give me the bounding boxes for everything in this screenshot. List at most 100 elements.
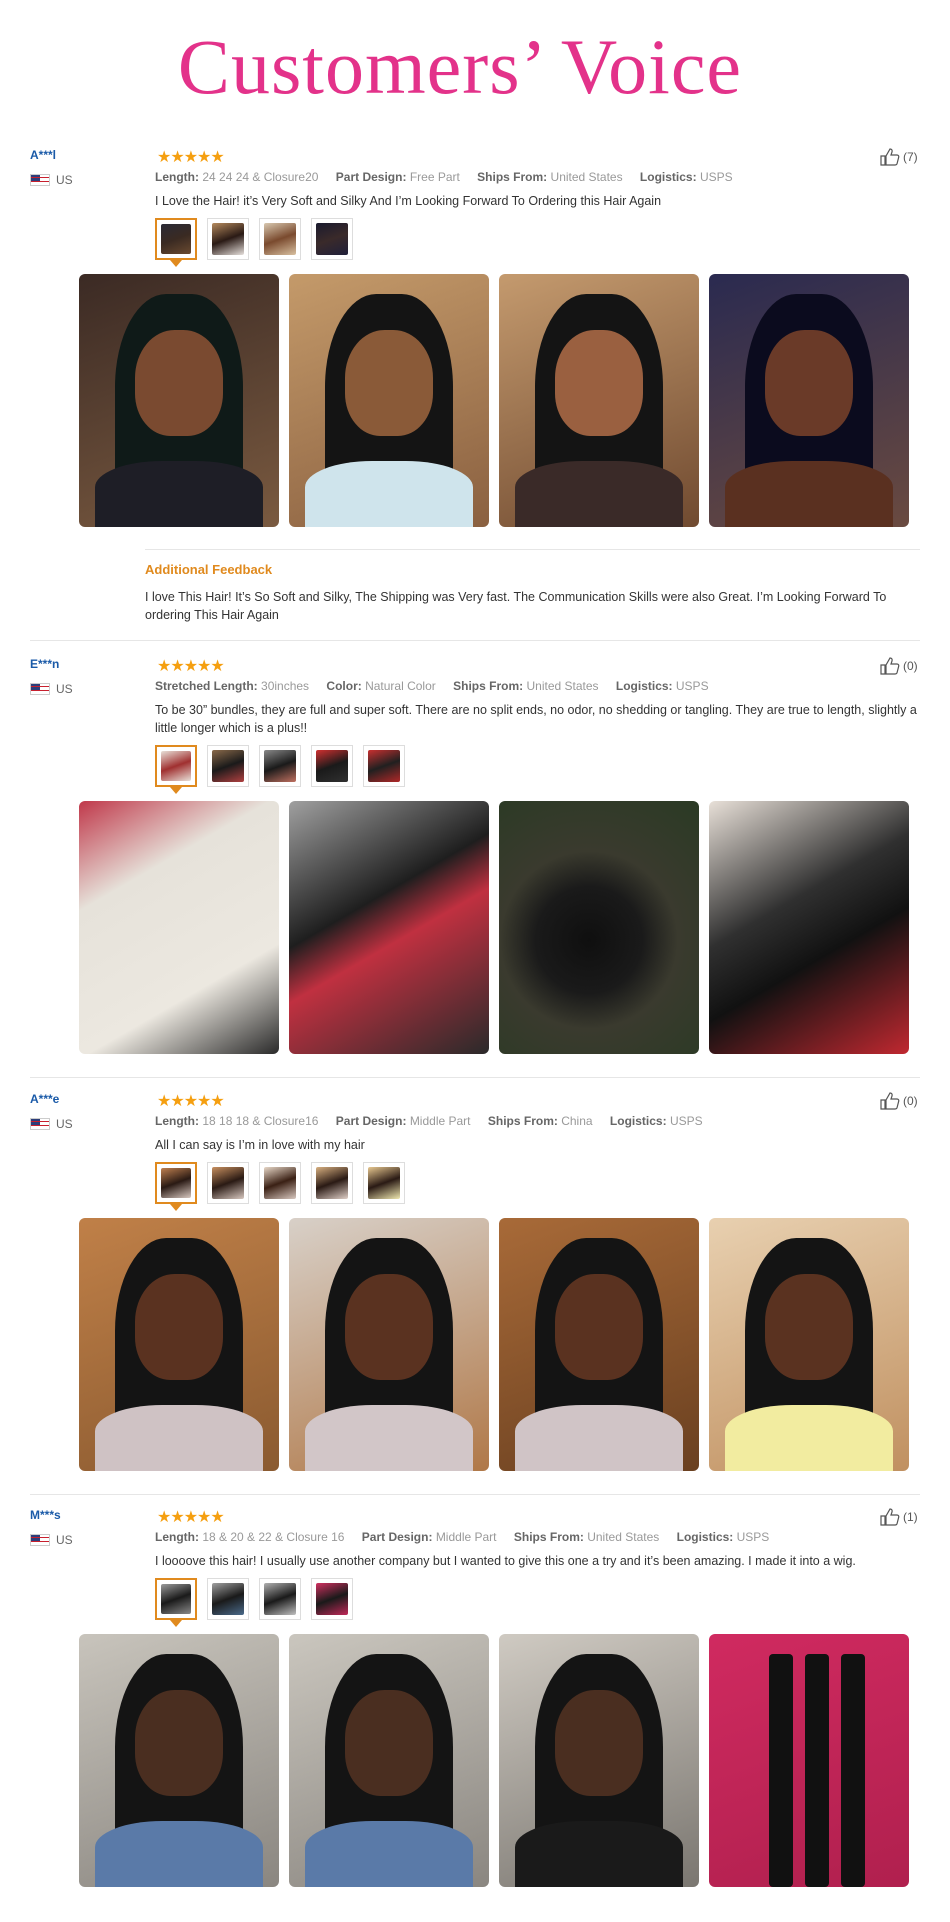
- photo-thumbnail[interactable]: [259, 1162, 301, 1204]
- review-attributes: Stretched Length: 30inches Color: Natura…: [155, 679, 723, 693]
- likes-count: (1): [903, 1510, 918, 1524]
- attr-value: USPS: [699, 170, 733, 184]
- review-comment: All I can say is I’m in love with my hai…: [155, 1138, 365, 1152]
- attr-value: 24 24 24 & Closure20: [202, 170, 319, 184]
- reviewer-name[interactable]: A***e: [30, 1092, 59, 1106]
- review-photo[interactable]: [79, 1218, 279, 1471]
- review-photo[interactable]: [709, 801, 909, 1054]
- attr-key: Length:: [155, 1530, 199, 1544]
- attr-key: Part Design:: [335, 1114, 407, 1128]
- photo-thumbnail[interactable]: [155, 1162, 197, 1211]
- us-flag-icon: [30, 174, 50, 186]
- likes-count: (0): [903, 1094, 918, 1108]
- review-photo[interactable]: [289, 1218, 489, 1471]
- thumbs-up-icon: [880, 657, 900, 675]
- photo-thumbnail[interactable]: [155, 218, 197, 267]
- review-photo[interactable]: [709, 1218, 909, 1471]
- review-photo[interactable]: [79, 801, 279, 1054]
- attr-key: Logistics:: [615, 679, 673, 693]
- attr-value: United States: [587, 1530, 660, 1544]
- reviewer-country: US: [30, 1533, 73, 1547]
- review-photo[interactable]: [79, 1634, 279, 1887]
- photo-thumbnail[interactable]: [311, 218, 353, 260]
- helpful-button[interactable]: (0): [880, 657, 918, 675]
- photo-thumbnails: [155, 218, 363, 267]
- attr-key: Logistics:: [609, 1114, 667, 1128]
- photo-thumbnail[interactable]: [363, 745, 405, 787]
- photo-thumbnail[interactable]: [207, 745, 249, 787]
- attr-key: Logistics:: [676, 1530, 734, 1544]
- attr-key: Ships From:: [477, 170, 548, 184]
- us-flag-icon: [30, 683, 50, 695]
- review-photos: [79, 1634, 919, 1887]
- review-photo[interactable]: [499, 1218, 699, 1471]
- star-rating: ★★★★★: [157, 149, 225, 166]
- review-photo[interactable]: [499, 274, 699, 527]
- photo-thumbnails: [155, 745, 415, 794]
- attr-value: USPS: [736, 1530, 770, 1544]
- attr-key: Stretched Length:: [155, 679, 258, 693]
- review-photo[interactable]: [499, 801, 699, 1054]
- thumbs-up-icon: [880, 1508, 900, 1526]
- reviewer-name[interactable]: E***n: [30, 657, 59, 671]
- review-attributes: Length: 18 18 18 & Closure16 Part Design…: [155, 1114, 717, 1128]
- attr-value: USPS: [669, 1114, 703, 1128]
- attr-key: Length:: [155, 170, 199, 184]
- review-photos: [79, 1218, 919, 1471]
- photo-thumbnail[interactable]: [259, 1578, 301, 1620]
- review-comment: To be 30” bundles, they are full and sup…: [155, 703, 917, 735]
- photo-thumbnail[interactable]: [311, 1162, 353, 1204]
- country-code: US: [56, 1533, 73, 1547]
- review-photo[interactable]: [709, 1634, 909, 1887]
- photo-thumbnail[interactable]: [155, 745, 197, 794]
- attr-value: 18 18 18 & Closure16: [202, 1114, 319, 1128]
- photo-thumbnail[interactable]: [207, 218, 249, 260]
- photo-thumbnail[interactable]: [207, 1162, 249, 1204]
- us-flag-icon: [30, 1534, 50, 1546]
- attr-value: 30inches: [261, 679, 310, 693]
- feedback-divider: [145, 549, 920, 550]
- photo-thumbnail[interactable]: [259, 218, 301, 260]
- star-rating: ★★★★★: [157, 658, 225, 675]
- attr-key: Part Design:: [335, 170, 407, 184]
- attr-value: United States: [550, 170, 623, 184]
- review-comment: I loooove this hair! I usually use anoth…: [155, 1554, 856, 1568]
- review-photo[interactable]: [709, 274, 909, 527]
- likes-count: (0): [903, 659, 918, 673]
- review-photo[interactable]: [289, 1634, 489, 1887]
- photo-thumbnail[interactable]: [311, 1578, 353, 1620]
- photo-thumbnail[interactable]: [207, 1578, 249, 1620]
- photo-thumbnail[interactable]: [363, 1162, 405, 1204]
- us-flag-icon: [30, 1118, 50, 1130]
- attr-key: Ships From:: [487, 1114, 558, 1128]
- review-attributes: Length: 18 & 20 & 22 & Closure 16 Part D…: [155, 1530, 783, 1544]
- review-photo[interactable]: [289, 801, 489, 1054]
- attr-value: United States: [526, 679, 599, 693]
- thumbs-up-icon: [880, 148, 900, 166]
- photo-thumbnail[interactable]: [259, 745, 301, 787]
- country-code: US: [56, 682, 73, 696]
- helpful-button[interactable]: (7): [880, 148, 918, 166]
- photo-thumbnail[interactable]: [155, 1578, 197, 1627]
- star-rating: ★★★★★: [157, 1509, 225, 1526]
- review-comment: I Love the Hair! it’s Very Soft and Silk…: [155, 194, 662, 208]
- review-photo[interactable]: [289, 274, 489, 527]
- helpful-button[interactable]: (1): [880, 1508, 918, 1526]
- reviewer-name[interactable]: M***s: [30, 1508, 61, 1522]
- attr-value: Free Part: [409, 170, 460, 184]
- review-photos: [79, 274, 919, 527]
- thumbs-up-icon: [880, 1092, 900, 1110]
- reviewer-country: US: [30, 173, 73, 187]
- review-photo[interactable]: [499, 1634, 699, 1887]
- likes-count: (7): [903, 150, 918, 164]
- reviewer-name[interactable]: A***l: [30, 148, 56, 162]
- review-photo[interactable]: [79, 274, 279, 527]
- photo-thumbnails: [155, 1162, 415, 1211]
- attr-value: Natural Color: [365, 679, 436, 693]
- helpful-button[interactable]: (0): [880, 1092, 918, 1110]
- attr-value: Middle Part: [409, 1114, 471, 1128]
- attr-key: Length:: [155, 1114, 199, 1128]
- photo-thumbnail[interactable]: [311, 745, 353, 787]
- photo-thumbnails: [155, 1578, 363, 1627]
- attr-key: Logistics:: [639, 170, 697, 184]
